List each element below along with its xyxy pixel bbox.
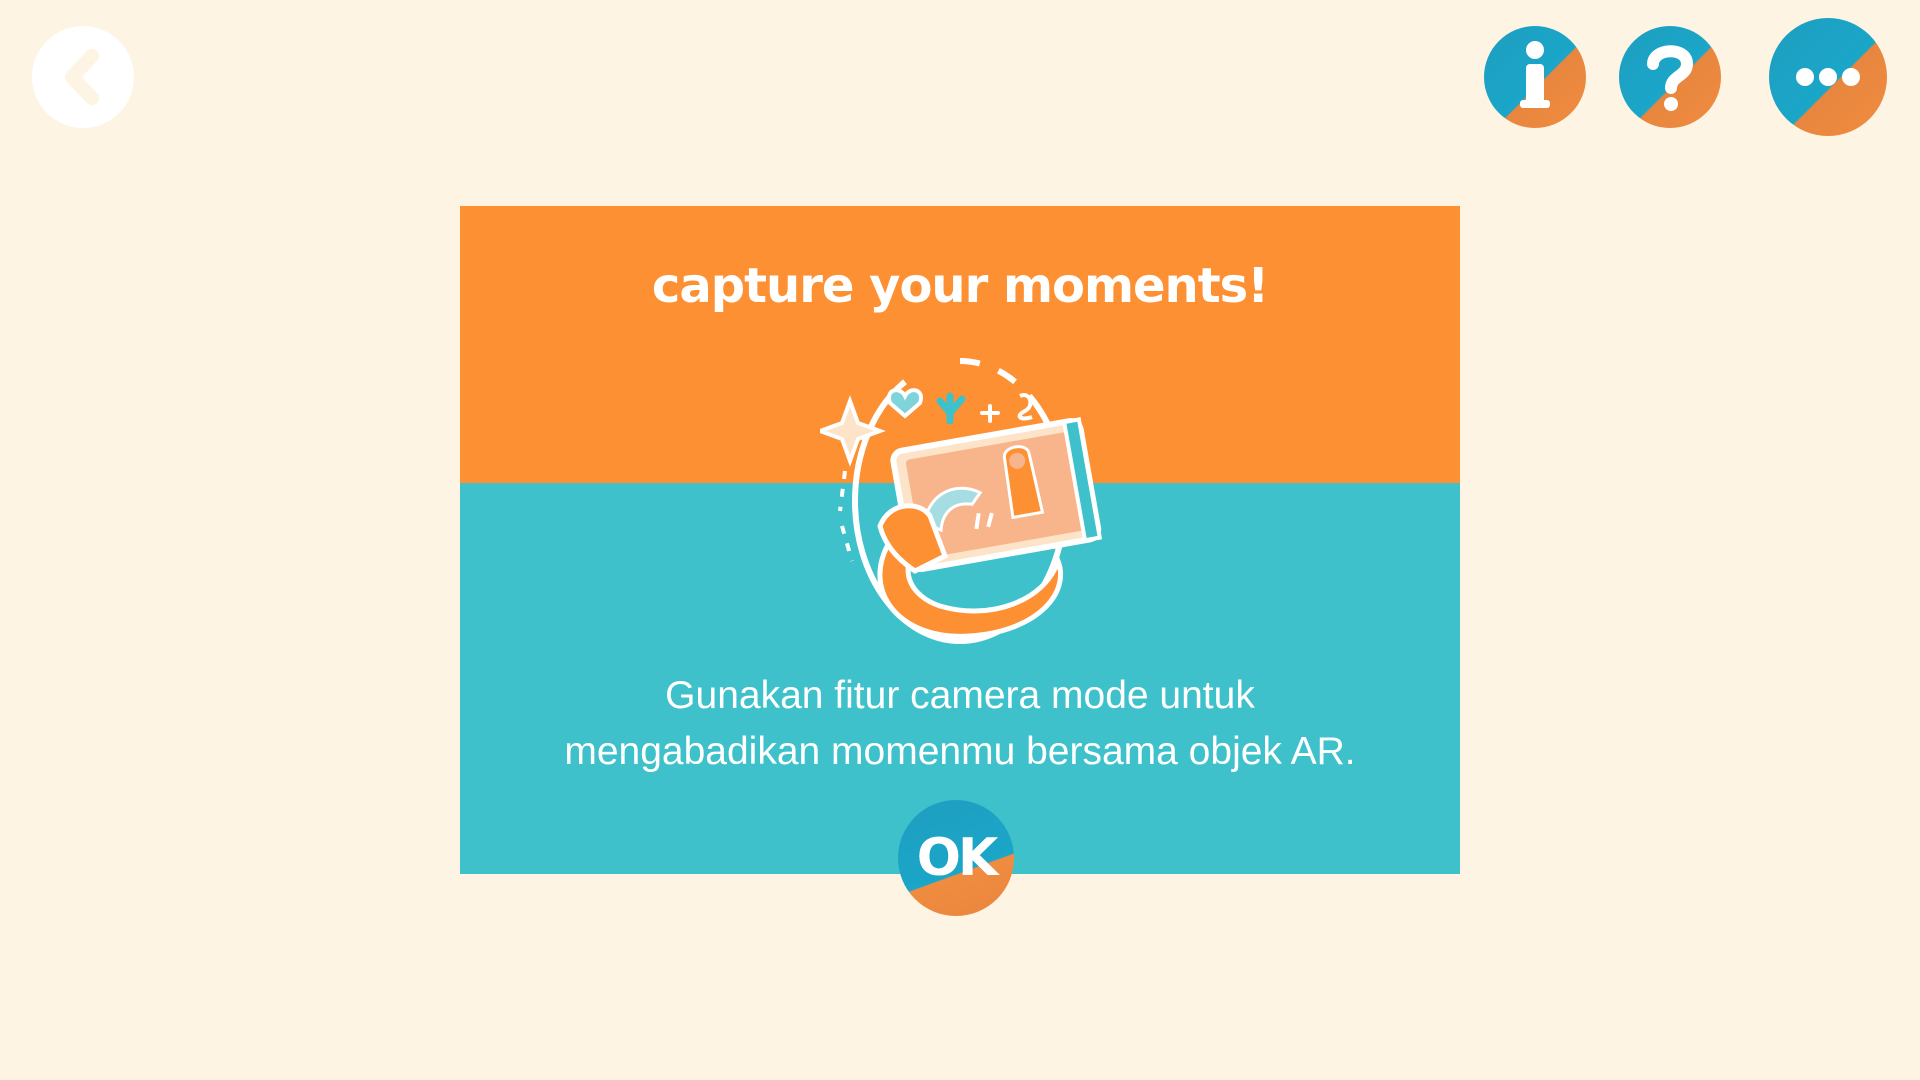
camera-ar-selfie-illustration [820,358,1103,644]
dialog-title: capture your moments! [651,258,1269,314]
back-button[interactable] [32,26,134,128]
chevron-left-icon [65,49,99,105]
ok-button-label: OK [916,828,999,888]
info-icon [1520,41,1550,108]
capture-dialog: capture your moments! Gunakan fitur came… [460,206,1460,874]
dialog-description-line: Gunakan fitur camera mode untuk [665,674,1255,717]
more-dots-icon [1796,68,1860,86]
info-button[interactable] [1484,26,1586,128]
more-button[interactable] [1769,18,1887,136]
help-button[interactable] [1619,26,1721,128]
ok-button[interactable]: OK [898,800,1014,916]
dialog-description-line: mengabadikan momenmu bersama objek AR. [564,730,1356,773]
question-mark-icon [1647,45,1694,111]
dialog-description: Gunakan fitur camera mode untuk mengabad… [500,668,1420,780]
